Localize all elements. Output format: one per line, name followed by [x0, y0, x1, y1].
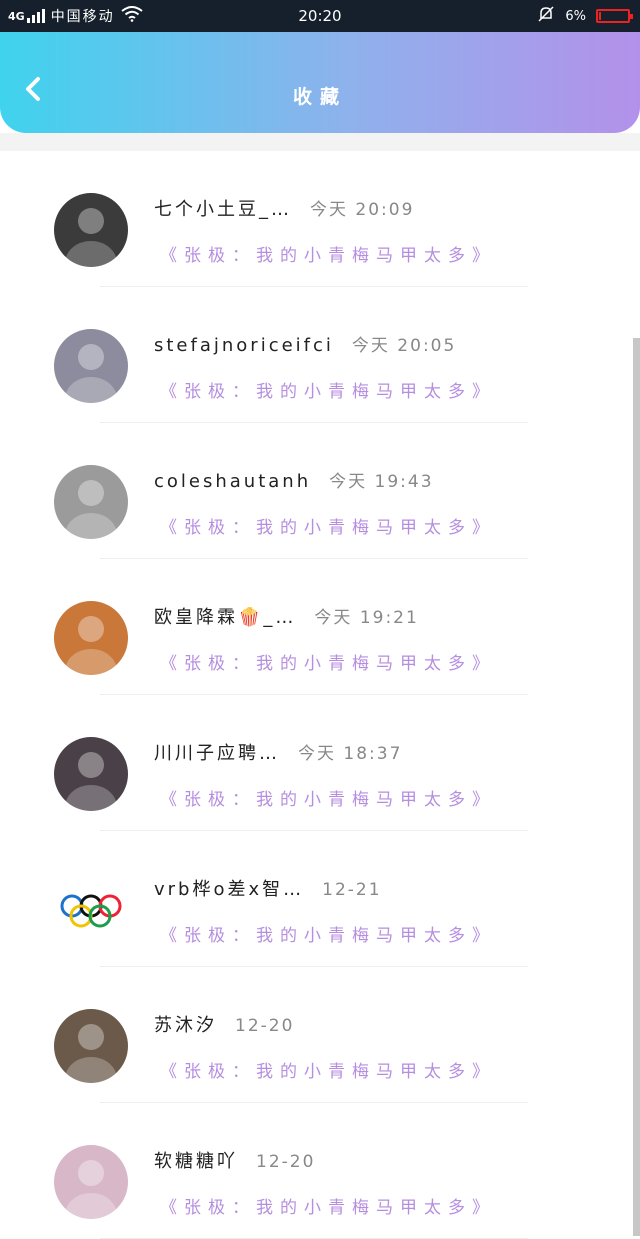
list-item[interactable]: 软糖糖吖 12-20 《张极：我的小青梅马甲太多》: [0, 1103, 640, 1239]
avatar[interactable]: [54, 329, 128, 403]
status-bar: 4G 中国移动 20:20 6%: [0, 0, 640, 32]
favorite-message: 《张极：我的小青梅马甲太多》: [160, 246, 496, 266]
avatar[interactable]: [54, 873, 128, 947]
name-line: 川川子应聘… 今天 18:37: [154, 739, 402, 765]
name-line: 软糖糖吖 12-20: [154, 1147, 315, 1173]
user-name: coleshautanh: [154, 471, 312, 492]
user-name: 软糖糖吖: [154, 1151, 238, 1172]
list-item[interactable]: 欧皇降霖🍿_… 今天 19:21 《张极：我的小青梅马甲太多》: [0, 559, 640, 695]
favorite-message: 《张极：我的小青梅马甲太多》: [160, 654, 496, 674]
battery-percent: 6%: [565, 8, 586, 24]
list-item[interactable]: 七个小土豆_… 今天 20:09 《张极：我的小青梅马甲太多》: [0, 151, 640, 287]
name-line: 欧皇降霖🍿_… 今天 19:21: [154, 603, 419, 629]
timestamp: 今天 19:43: [329, 472, 434, 492]
favorite-message: 《张极：我的小青梅马甲太多》: [160, 382, 496, 402]
user-name: 苏沐汐: [154, 1015, 217, 1036]
list-item[interactable]: vrb桦o差x智… 12-21 《张极：我的小青梅马甲太多》: [0, 831, 640, 967]
user-name: 川川子应聘…: [154, 743, 280, 764]
favorite-message: 《张极：我的小青梅马甲太多》: [160, 518, 496, 538]
favorite-message: 《张极：我的小青梅马甲太多》: [160, 1198, 496, 1218]
page-title: 收藏: [292, 86, 347, 108]
avatar[interactable]: [54, 737, 128, 811]
mute-bell-icon: [537, 5, 555, 27]
favorite-message: 《张极：我的小青梅马甲太多》: [160, 926, 496, 946]
list-item[interactable]: 川川子应聘… 今天 18:37 《张极：我的小青梅马甲太多》: [0, 695, 640, 831]
name-line: coleshautanh 今天 19:43: [154, 467, 434, 492]
avatar[interactable]: [54, 1009, 128, 1083]
timestamp: 12-20: [256, 1152, 316, 1172]
list-item[interactable]: 苏沐汐 12-20 《张极：我的小青梅马甲太多》: [0, 967, 640, 1103]
timestamp: 今天 19:21: [314, 608, 419, 628]
favorite-message: 《张极：我的小青梅马甲太多》: [160, 790, 496, 810]
app-header: 收藏: [0, 32, 640, 133]
name-line: 苏沐汐 12-20: [154, 1011, 294, 1037]
scrollbar[interactable]: [633, 338, 640, 1236]
timestamp: 今天 18:37: [298, 744, 403, 764]
avatar[interactable]: [54, 1145, 128, 1219]
list-item[interactable]: stefajnoriceifci 今天 20:05 《张极：我的小青梅马甲太多》: [0, 287, 640, 423]
favorite-message: 《张极：我的小青梅马甲太多》: [160, 1062, 496, 1082]
timestamp: 今天 20:09: [310, 200, 415, 220]
name-line: 七个小土豆_… 今天 20:09: [154, 195, 414, 221]
user-name: 欧皇降霖🍿_…: [154, 607, 297, 628]
user-name: 七个小土豆_…: [154, 199, 292, 220]
timestamp: 今天 20:05: [351, 336, 457, 356]
name-line: stefajnoriceifci 今天 20:05: [154, 331, 456, 356]
battery-icon: [596, 9, 633, 23]
user-name: stefajnoriceifci: [154, 335, 334, 356]
favorites-list: 七个小土豆_… 今天 20:09 《张极：我的小青梅马甲太多》 stefajno…: [0, 151, 640, 1239]
header-spacer: [0, 133, 640, 151]
avatar[interactable]: [54, 465, 128, 539]
avatar[interactable]: [54, 601, 128, 675]
avatar[interactable]: [54, 193, 128, 267]
list-item[interactable]: coleshautanh 今天 19:43 《张极：我的小青梅马甲太多》: [0, 423, 640, 559]
timestamp: 12-21: [322, 880, 382, 900]
name-line: vrb桦o差x智… 12-21: [154, 875, 382, 901]
user-name: vrb桦o差x智…: [154, 879, 305, 900]
timestamp: 12-20: [235, 1016, 295, 1036]
status-right: 6%: [537, 0, 633, 32]
